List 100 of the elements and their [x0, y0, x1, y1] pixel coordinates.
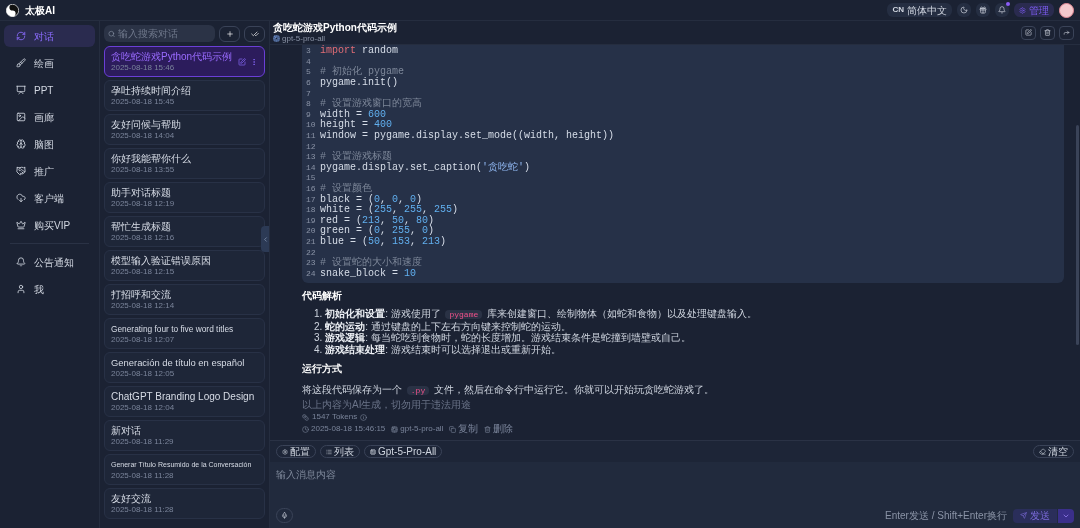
line-number: 20 [306, 225, 317, 238]
conversation-item[interactable]: 孕吐持续时间介绍 2025-08-18 15:45 [104, 80, 265, 111]
conversation-item[interactable]: 帮忙生成标题 2025-08-18 12:16 [104, 216, 265, 247]
list-item: 4. 游戏结束处理: 游戏结束时可以选择退出或重新开始。 [314, 343, 562, 356]
nav-item[interactable]: 我 [4, 278, 95, 300]
model-name: gpt-5-pro-all [282, 34, 326, 43]
code-line: pygame.init() [320, 78, 398, 89]
line-number: 11 [306, 130, 317, 143]
conversation-item[interactable]: 贪吃蛇游戏Python代码示例 2025-08-18 15:46 [104, 46, 265, 77]
conversation-item[interactable]: 友好问候与帮助 2025-08-18 14:04 [104, 114, 265, 145]
copy-button[interactable]: 复制 [449, 423, 479, 436]
conversation-time: 2025-08-18 15:46 [111, 63, 176, 72]
code-line: snake_block = 10 [320, 268, 417, 279]
conversation-time: 2025-08-18 12:14 [111, 301, 175, 310]
conversation-time: 2025-08-18 12:16 [111, 233, 175, 242]
nav-item[interactable]: 购买VIP [4, 214, 95, 236]
edit-icon [1025, 29, 1032, 36]
list-item: 2. 蛇的运动: 通过键盘的上下左右方向键来控制蛇的运动。 [314, 320, 572, 333]
conversation-item[interactable]: 新对话 2025-08-18 11:29 [104, 420, 265, 451]
scrollbar[interactable] [1075, 125, 1079, 345]
conversation-item[interactable]: ChatGPT Branding Logo Design 2025-08-18 12:04 [104, 386, 265, 417]
conversation-title: 新对话 [111, 425, 142, 437]
conversation-title: 孕吐持续时间介绍 [111, 85, 191, 97]
brush-icon [16, 58, 26, 68]
conversation-title: 友好交流 [111, 493, 152, 505]
image-icon [16, 112, 26, 122]
conversation-title: 助手对话标题 [111, 187, 172, 199]
line-number: 15 [306, 172, 317, 185]
list-item: 1. 初始化和设置: 游戏使用了 pygame 库来创建窗口、绘制物体（如蛇和食物）以及处理键盘输入。 [314, 308, 759, 321]
conversation-time: 2025-08-18 12:04 [111, 403, 176, 412]
conversation-title: 友好问候与帮助 [111, 119, 181, 131]
edit-button[interactable] [1021, 25, 1036, 40]
message-model: gpt-5-pro-all [400, 423, 444, 436]
send-icon [1020, 512, 1027, 519]
nav-item[interactable]: 推广 [4, 160, 95, 182]
search-field[interactable]: 输入搜索对话 [104, 25, 215, 42]
code-line: green = (0, 255, 0) [320, 226, 435, 237]
line-number: 10 [306, 119, 317, 132]
moon-icon [960, 6, 968, 14]
theme-button[interactable] [957, 3, 971, 17]
conversation-time: 2025-08-18 11:28 [111, 471, 175, 480]
conversation-item[interactable]: 友好交流 2025-08-18 11:28 [104, 488, 265, 519]
conversation-title: 贪吃蛇游戏Python代码示例 [111, 51, 233, 63]
nav-item[interactable]: 画廊 [4, 106, 95, 128]
info-icon [360, 413, 368, 421]
nav-item[interactable]: 脑图 [4, 133, 95, 155]
conversation-time: 2025-08-18 11:28 [111, 505, 174, 514]
conversation-time: 2025-08-18 11:29 [111, 437, 174, 446]
tokens-icon [302, 413, 309, 421]
nav-item[interactable]: PPT [4, 79, 95, 101]
nav-item[interactable]: 对话 [4, 25, 95, 47]
nav-item[interactable]: 客户端 [4, 187, 95, 209]
code-line: width = 600 [320, 109, 387, 120]
cloud-download-icon [16, 193, 26, 203]
share-icon [1063, 29, 1070, 36]
line-number: 9 [306, 108, 312, 121]
share-button[interactable] [1059, 25, 1074, 40]
code-line: pygame.display.set_caption('贪吃蛇') [320, 162, 531, 173]
code-line: # 设置蛇的大小和速度 [320, 258, 422, 269]
delete-message-button[interactable]: 删除 [484, 423, 514, 436]
conversation-title: Generating four to five word titles [111, 323, 234, 335]
delete-button[interactable] [1040, 25, 1055, 40]
language-button[interactable]: CN 简体中文 [887, 3, 952, 17]
conversation-item[interactable]: 你好我能帮你什么 2025-08-18 13:55 [104, 148, 265, 179]
conversation-time: 2025-08-18 12:15 [111, 267, 176, 276]
nav-item[interactable]: 公告通知 [4, 251, 95, 273]
chat-title: 贪吃蛇游戏Python代码示例 [273, 22, 397, 34]
conversation-time: 2025-08-18 12:05 [111, 369, 176, 378]
edit-icon[interactable] [238, 57, 246, 66]
avatar[interactable] [1059, 2, 1074, 18]
section-heading: 代码解析 [302, 289, 343, 304]
conversation-item[interactable]: Generación de título en español 2025-08-18 12:05 [104, 352, 265, 383]
message-input[interactable]: 输入消息内容 Enter发送 / Shift+Enter换行 发送 [270, 462, 1080, 528]
select-button[interactable] [244, 25, 265, 42]
nav-item[interactable]: 绘画 [4, 52, 95, 74]
code-line: black = (0, 0, 0) [320, 194, 423, 205]
conversation-item[interactable]: 助手对话标题 2025-08-18 12:19 [104, 182, 265, 213]
conversation-item[interactable]: 打招呼和交流 2025-08-18 12:14 [104, 284, 265, 315]
notification-button[interactable] [995, 3, 1009, 17]
more-icon[interactable] [250, 57, 258, 66]
line-number: 24 [306, 267, 317, 280]
plus-icon [225, 29, 234, 38]
conversation-title: Generación de título en español [111, 357, 245, 369]
line-number: 22 [306, 246, 317, 259]
chip-icon [370, 448, 376, 455]
collapse-handle[interactable] [261, 226, 269, 252]
paragraph: 将这段代码保存为一个 .py 文件，然后在命令行中运行它。你就可以开始玩贪吃蛇游戏了。 [302, 383, 715, 398]
conversation-title: 你好我能帮你什么 [111, 153, 191, 165]
conversation-item[interactable]: Generating four to five word titles 2025-08-18 12:07 [104, 318, 265, 349]
line-number: 6 [306, 77, 312, 90]
gift-button[interactable] [976, 3, 990, 17]
line-number: 17 [306, 193, 317, 206]
user-icon [16, 284, 26, 294]
conversation-title: 帮忙生成标题 [111, 221, 172, 233]
new-chat-button[interactable] [219, 25, 240, 42]
conversation-item[interactable]: 模型输入验证错误原因 2025-08-18 12:15 [104, 250, 265, 281]
eraser-icon [1039, 448, 1046, 455]
code-line: # 设置游戏标题 [320, 152, 392, 163]
code-line: window = pygame.display.set_mode((width, height)) [320, 131, 615, 142]
brain-icon [16, 139, 26, 149]
